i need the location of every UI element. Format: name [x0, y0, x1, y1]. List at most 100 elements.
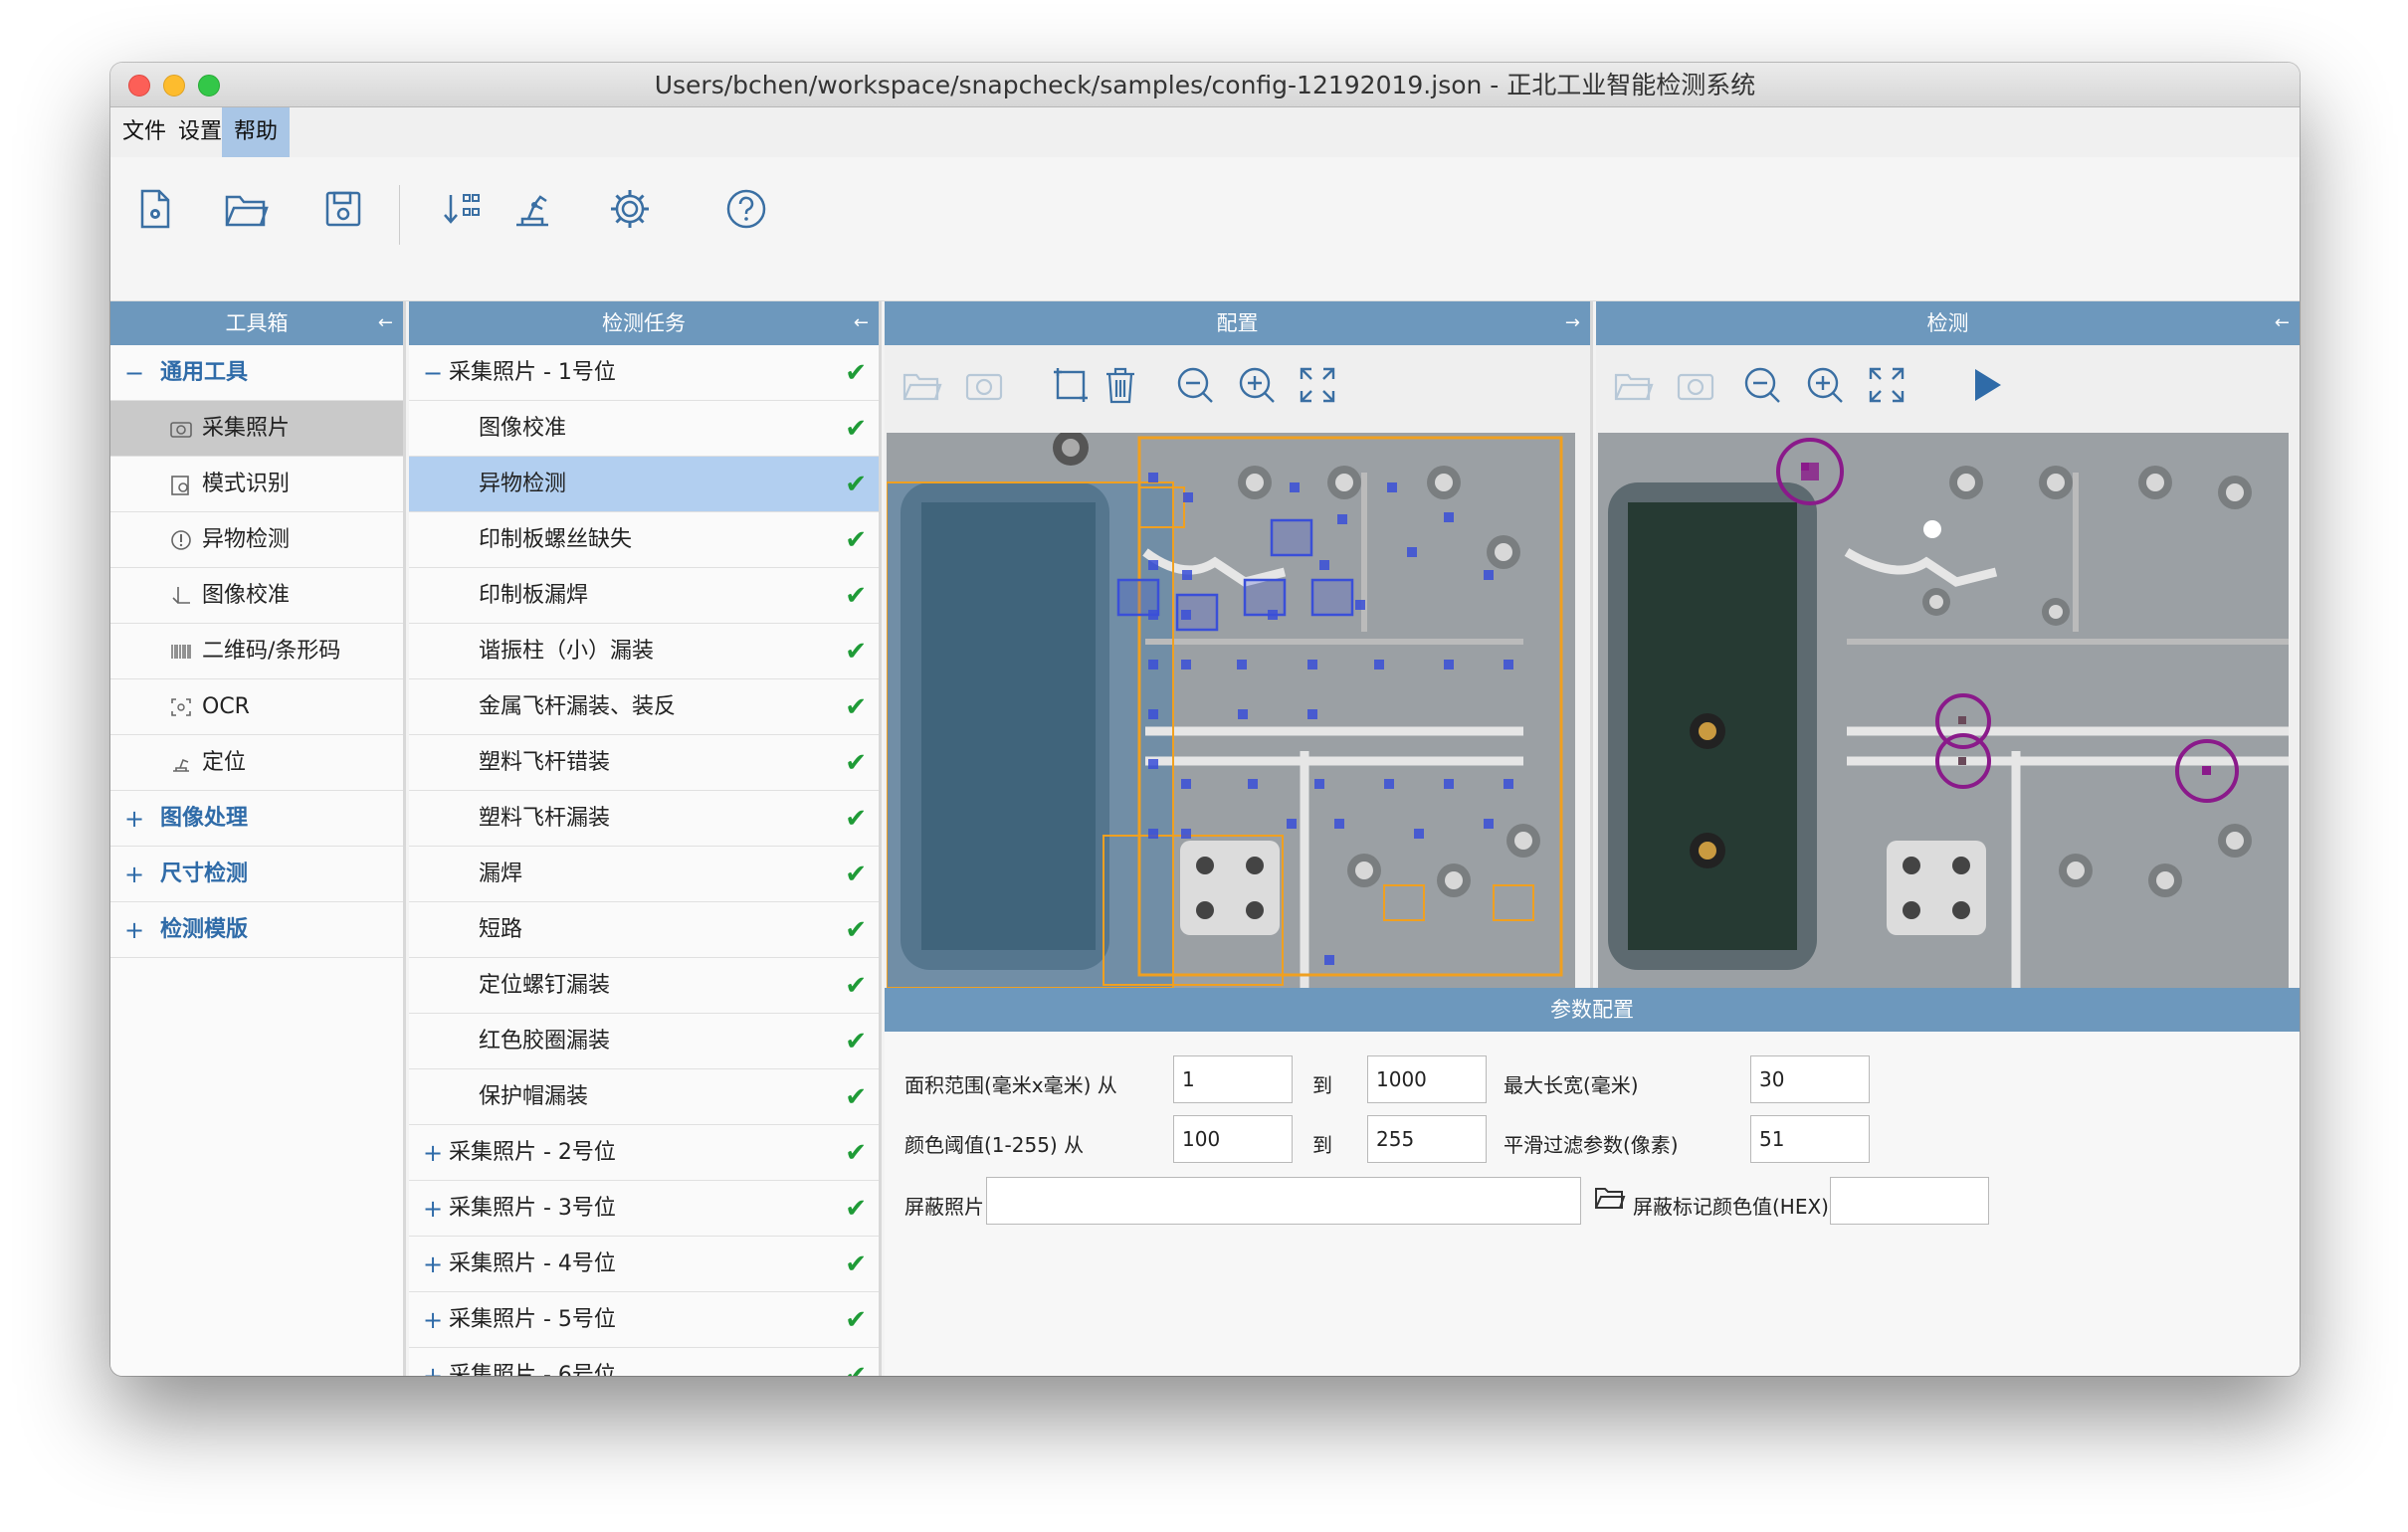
detect-collapse-icon[interactable]: ← — [2275, 301, 2290, 345]
task-item[interactable]: 塑料飞杆错装 ✔ — [409, 735, 879, 791]
detect-header: 检测 ← — [1596, 301, 2300, 345]
camera-icon[interactable] — [962, 363, 1006, 407]
expand-icon[interactable]: + — [423, 1125, 443, 1181]
expand-icon[interactable]: + — [124, 902, 144, 958]
task-item[interactable]: 漏焊 ✔ — [409, 847, 879, 902]
checkmark-icon: ✔ — [845, 470, 867, 499]
task-label: 印制板漏焊 — [479, 583, 589, 608]
browse-folder-icon[interactable] — [1593, 1181, 1627, 1215]
toolbox-group-dimension[interactable]: + 尺寸检测 — [110, 847, 403, 902]
toolbox-item-ocr[interactable]: OCR — [110, 679, 403, 735]
task-group[interactable]: + 采集照片 - 5号位 ✔ — [409, 1292, 879, 1348]
task-label: 采集照片 - 2号位 — [449, 1140, 616, 1165]
expand-icon[interactable]: + — [124, 791, 144, 847]
task-label: 金属飞杆漏装、装反 — [479, 694, 677, 719]
task-item[interactable]: 定位螺钉漏装 ✔ — [409, 958, 879, 1014]
config-pane: 配置 → — [885, 301, 1593, 988]
save-icon[interactable] — [319, 185, 367, 233]
menu-help[interactable]: 帮助 — [222, 107, 291, 157]
toolbox-group-image-processing[interactable]: + 图像处理 — [110, 791, 403, 847]
fit-screen-icon[interactable] — [1296, 363, 1339, 407]
toolbox-item-label: OCR — [202, 694, 250, 719]
checkmark-icon: ✔ — [845, 1082, 867, 1112]
task-item[interactable]: 印制板螺丝缺失 ✔ — [409, 512, 879, 568]
max-length-input[interactable]: 30 — [1750, 1055, 1870, 1103]
open-image-icon[interactable] — [1612, 363, 1656, 407]
area-to-input[interactable]: 1000 — [1367, 1055, 1487, 1103]
task-item[interactable]: 金属飞杆漏装、装反 ✔ — [409, 679, 879, 735]
task-group[interactable]: + 采集照片 - 6号位 ✔ — [409, 1348, 879, 1376]
toolbox-item-capture[interactable]: 采集照片 — [110, 401, 403, 457]
maximize-window-button[interactable] — [198, 75, 220, 96]
new-config-icon[interactable] — [130, 185, 178, 233]
barcode-icon — [171, 645, 191, 659]
group-label: 通用工具 — [160, 360, 249, 385]
task-item[interactable]: 图像校准 ✔ — [409, 401, 879, 457]
task-item[interactable]: 红色胶圈漏装 ✔ — [409, 1014, 879, 1069]
area-from-input[interactable]: 1 — [1173, 1055, 1293, 1103]
zoom-out-icon[interactable] — [1173, 363, 1217, 407]
smooth-filter-input[interactable]: 51 — [1750, 1115, 1870, 1163]
config-pane-title: 配置 — [1216, 311, 1259, 335]
checkmark-icon: ✔ — [845, 1194, 867, 1224]
expand-icon[interactable]: + — [423, 1237, 443, 1292]
mask-image-input[interactable] — [986, 1177, 1581, 1225]
camera-icon[interactable] — [1674, 363, 1717, 407]
collapse-icon[interactable]: − — [423, 345, 443, 401]
open-folder-icon[interactable] — [222, 185, 270, 233]
close-window-button[interactable] — [128, 75, 150, 96]
task-label: 采集照片 - 5号位 — [449, 1307, 616, 1332]
group-label: 检测模版 — [160, 917, 249, 942]
color-from-input[interactable]: 100 — [1173, 1115, 1293, 1163]
color-to-input[interactable]: 255 — [1367, 1115, 1487, 1163]
sort-icon[interactable] — [439, 185, 487, 233]
task-group-position-1[interactable]: − 采集照片 - 1号位 ✔ — [409, 345, 879, 401]
zoom-in-icon[interactable] — [1235, 363, 1279, 407]
task-item[interactable]: 谐振柱（小）漏装 ✔ — [409, 624, 879, 679]
task-item[interactable]: 塑料飞杆漏装 ✔ — [409, 791, 879, 847]
run-detection-icon[interactable] — [1964, 363, 2008, 407]
fit-screen-icon[interactable] — [1865, 363, 1908, 407]
expand-icon[interactable]: + — [423, 1292, 443, 1348]
task-item[interactable]: 短路 ✔ — [409, 902, 879, 958]
task-collapse-icon[interactable]: ← — [854, 301, 869, 345]
task-group[interactable]: + 采集照片 - 3号位 ✔ — [409, 1181, 879, 1237]
expand-icon[interactable]: + — [124, 847, 144, 902]
zoom-out-icon[interactable] — [1740, 363, 1784, 407]
toolbox-collapse-icon[interactable]: ← — [378, 301, 393, 345]
toolbox-item-barcode[interactable]: 二维码/条形码 — [110, 624, 403, 679]
open-image-icon[interactable] — [901, 363, 944, 407]
toolbox-group-general[interactable]: − 通用工具 — [110, 345, 403, 401]
toolbox-title: 工具箱 — [225, 311, 289, 335]
task-label: 塑料飞杆漏装 — [479, 806, 611, 831]
task-group[interactable]: + 采集照片 - 2号位 ✔ — [409, 1125, 879, 1181]
config-expand-icon[interactable]: → — [1565, 301, 1580, 345]
checkmark-icon: ✔ — [845, 915, 867, 945]
task-item[interactable]: 印制板漏焊 ✔ — [409, 568, 879, 624]
toolbox-item-label: 图像校准 — [202, 583, 291, 608]
task-item[interactable]: 异物检测 ✔ — [409, 457, 879, 512]
toolbox-item-label: 定位 — [202, 750, 247, 775]
mask-color-input[interactable] — [1830, 1177, 1989, 1225]
help-icon[interactable] — [722, 185, 770, 233]
toolbox-item-foreign[interactable]: 异物检测 — [110, 512, 403, 568]
toolbox-item-pattern[interactable]: 模式识别 — [110, 457, 403, 512]
task-item[interactable]: 保护帽漏装 ✔ — [409, 1069, 879, 1125]
to-label: 到 — [1312, 1073, 1332, 1097]
collapse-icon[interactable]: − — [124, 345, 144, 401]
toolbox-group-template[interactable]: + 检测模版 — [110, 902, 403, 958]
task-group[interactable]: + 采集照片 - 4号位 ✔ — [409, 1237, 879, 1292]
toolbox-item-calibrate[interactable]: 图像校准 — [110, 568, 403, 624]
task-pane: 检测任务 ← − 采集照片 - 1号位 ✔ 图像校准 ✔ 异物检测 ✔ 印制板螺丝缺失 ✔ 印制板… — [409, 301, 882, 1376]
draw-rectangle-icon[interactable] — [1049, 363, 1093, 407]
toolbox-item-locate[interactable]: 定位 — [110, 735, 403, 791]
zoom-in-icon[interactable] — [1803, 363, 1847, 407]
trash-icon[interactable] — [1099, 363, 1142, 407]
config-image-canvas[interactable] — [887, 433, 1575, 988]
gear-icon[interactable] — [606, 185, 654, 233]
robot-arm-icon[interactable] — [508, 185, 556, 233]
detect-image-canvas[interactable] — [1598, 433, 2289, 988]
expand-icon[interactable]: + — [423, 1348, 443, 1376]
expand-icon[interactable]: + — [423, 1181, 443, 1237]
minimize-window-button[interactable] — [163, 75, 185, 96]
